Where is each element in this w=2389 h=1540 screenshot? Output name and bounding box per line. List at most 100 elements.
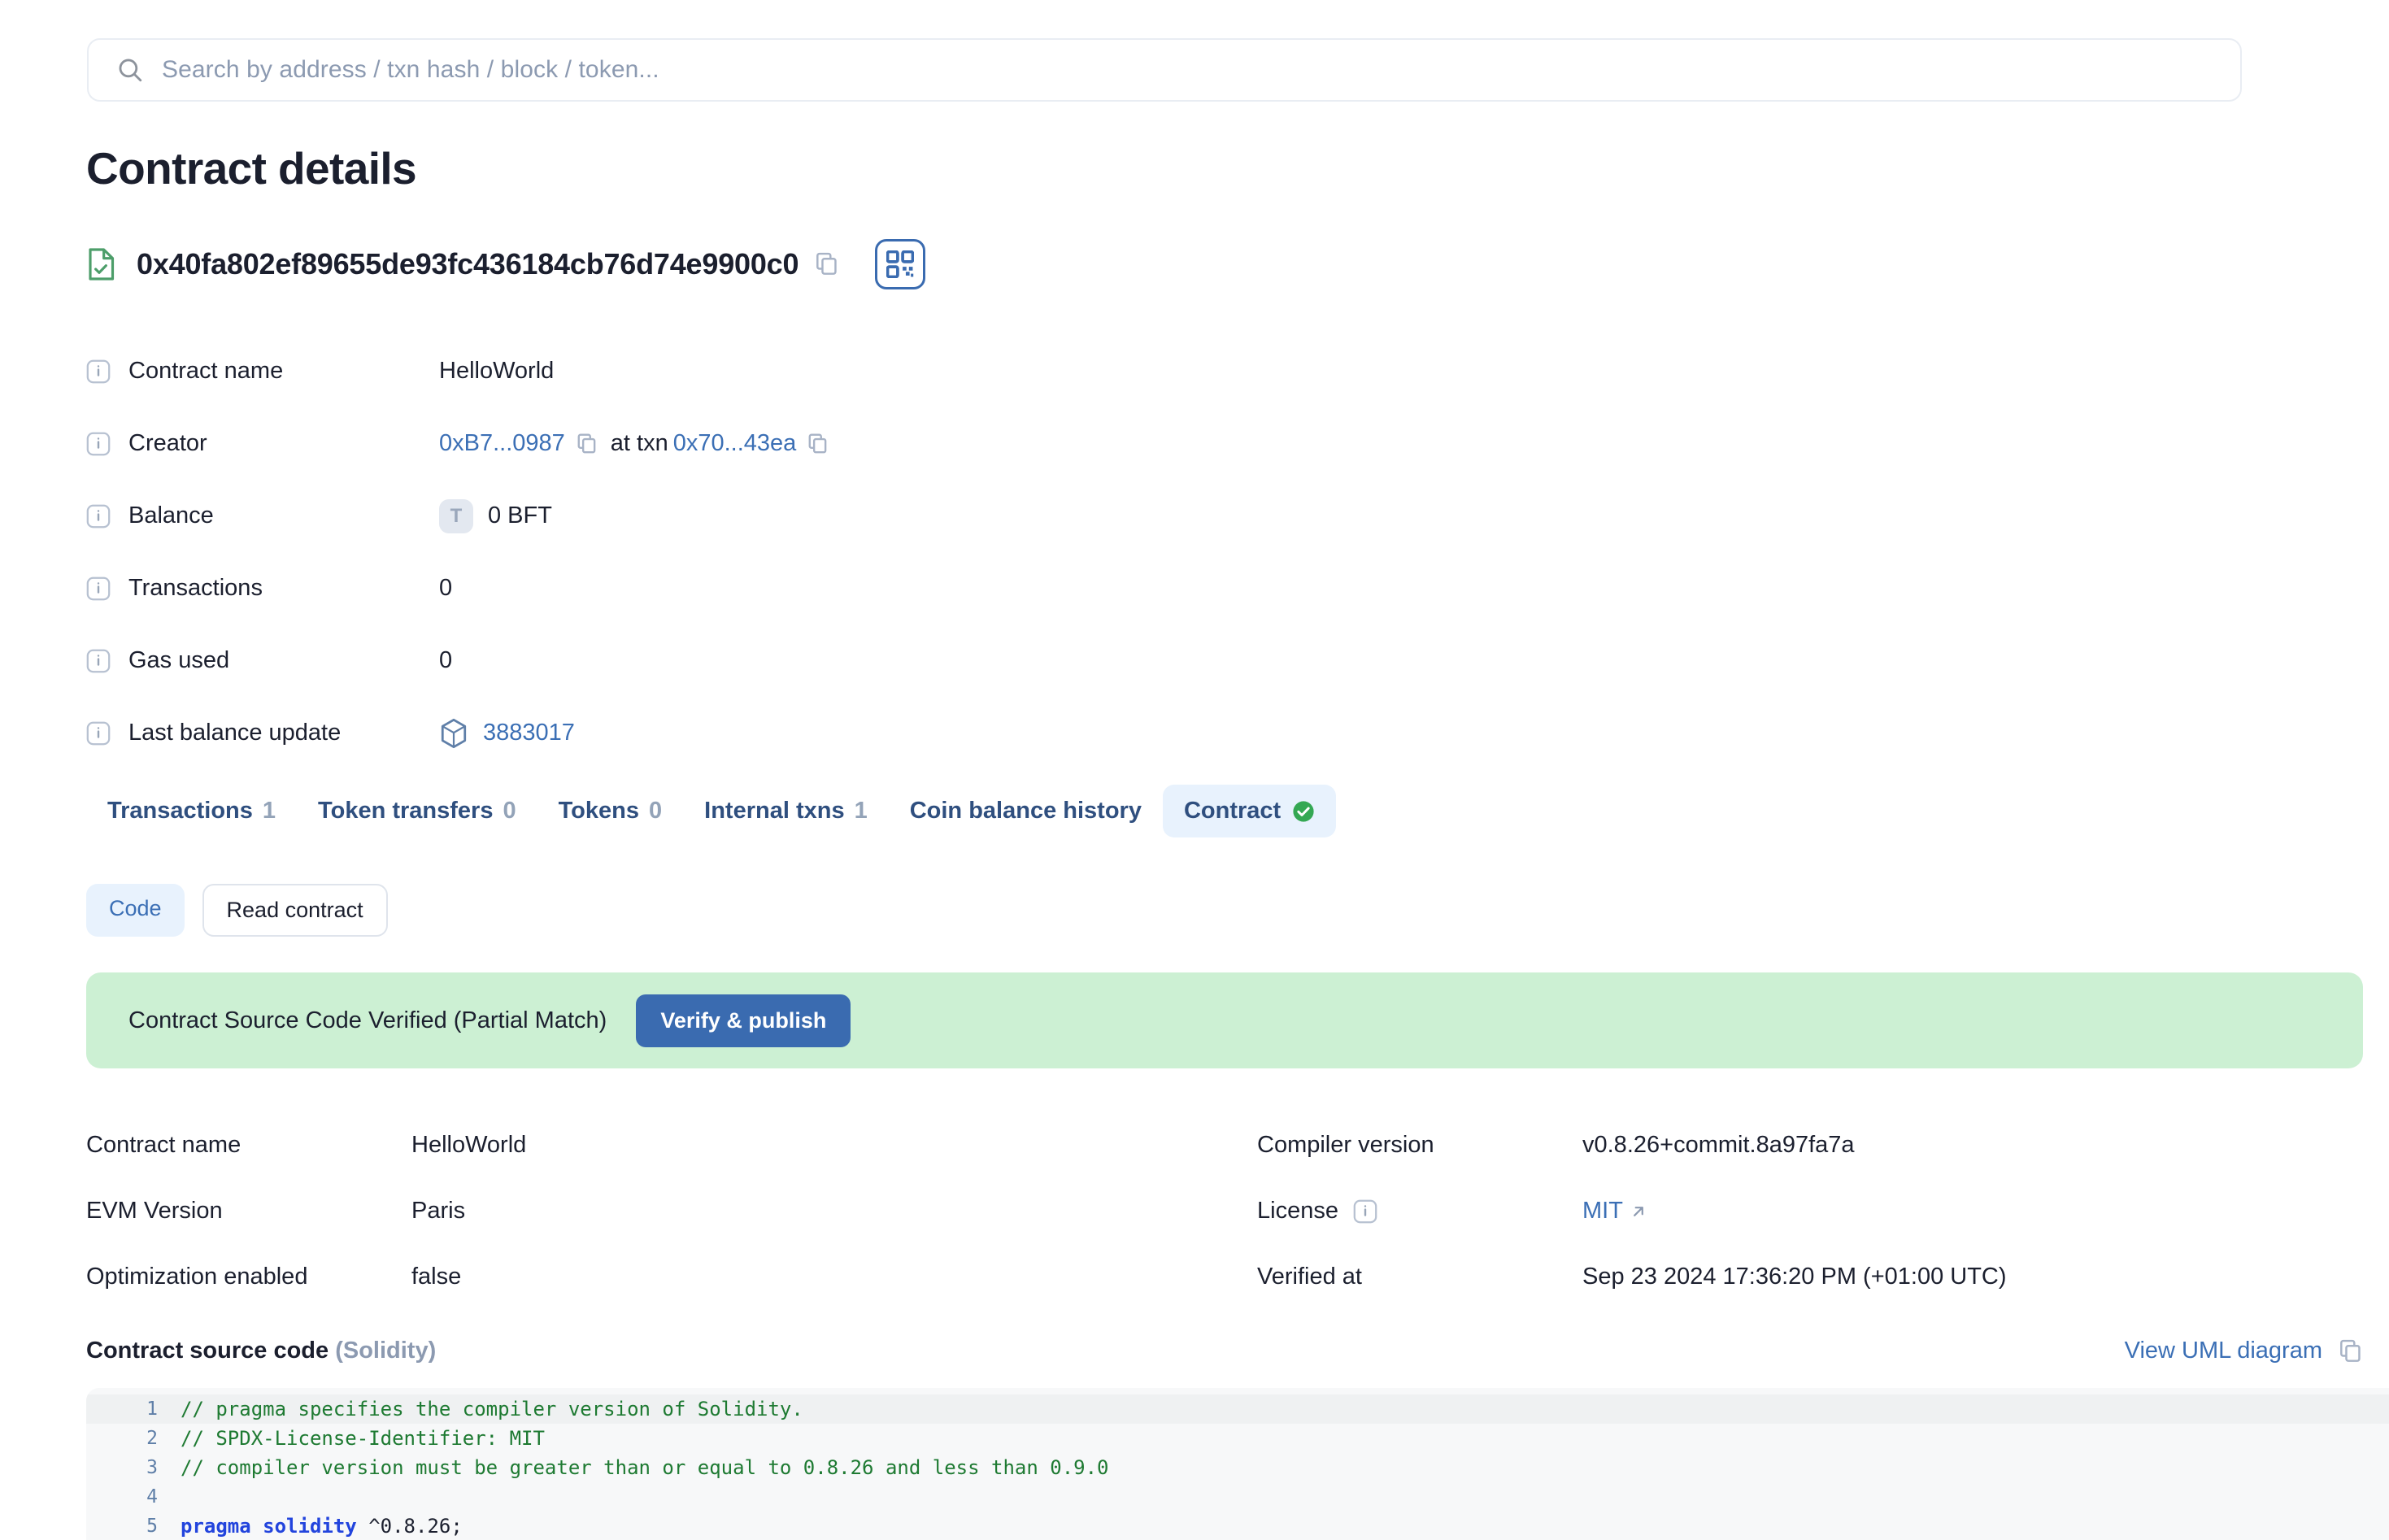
detail-value: 0	[439, 647, 453, 673]
meta-row-contract-name: Contract name HelloWorld	[86, 1112, 1257, 1178]
meta-value: MIT	[1582, 1198, 1647, 1225]
tab-count: 0	[649, 798, 663, 824]
detail-label: Contract name	[128, 358, 284, 384]
copy-icon[interactable]	[807, 433, 829, 455]
line-number: 3	[146, 1457, 158, 1478]
meta-label: Verified at	[1257, 1264, 1362, 1290]
info-icon[interactable]	[86, 359, 111, 384]
detail-value: T 0 BFT	[439, 498, 552, 533]
tab-label: Internal txns	[704, 798, 845, 824]
detail-row-transactions: Transactions 0	[86, 552, 1225, 624]
meta-row-optimization-enabled: Optimization enabled false	[86, 1244, 1257, 1310]
line-content: // compiler version must be greater than…	[181, 1456, 1109, 1479]
last-balance-update-block-link[interactable]: 3883017	[483, 720, 575, 746]
meta-row-compiler-version: Compiler version v0.8.26+commit.8a97fa7a	[1257, 1112, 2363, 1178]
source-code-title: Contract source code (Solidity)	[86, 1338, 436, 1364]
line-content: pragma solidity ^0.8.26;	[181, 1515, 463, 1538]
meta-row-verified-at: Verified at Sep 23 2024 17:36:20 PM (+01…	[1257, 1244, 2363, 1310]
meta-value: Paris	[411, 1198, 466, 1224]
verify-and-publish-button[interactable]: Verify & publish	[636, 994, 851, 1047]
verified-contract-document-icon	[89, 248, 115, 281]
creation-txn-link[interactable]: 0x70...43ea	[673, 430, 797, 457]
detail-label: Last balance update	[128, 720, 342, 746]
detail-value: HelloWorld	[439, 358, 555, 384]
verification-banner: Contract Source Code Verified (Partial M…	[86, 972, 2363, 1068]
code-line: 2 // SPDX-License-Identifier: MIT	[86, 1424, 2389, 1453]
tab-count: 1	[854, 798, 868, 824]
code-line: 5 pragma solidity ^0.8.26;	[86, 1512, 2389, 1540]
meta-label: Optimization enabled	[86, 1264, 308, 1290]
tab-count: 1	[262, 798, 276, 824]
copy-icon[interactable]	[815, 251, 839, 277]
subtab-read-contract[interactable]: Read contract	[202, 884, 388, 937]
tab-tokens[interactable]: Tokens 0	[537, 785, 684, 837]
line-number: 2	[146, 1428, 158, 1449]
external-link-icon	[1634, 1206, 1643, 1216]
license-link[interactable]: MIT	[1582, 1198, 1623, 1225]
code-line: 3 // compiler version must be greater th…	[86, 1453, 2389, 1482]
detail-label: Creator	[128, 430, 207, 456]
line-number: 4	[146, 1486, 158, 1507]
code-line: 4	[86, 1482, 2389, 1512]
qr-code-icon	[886, 250, 915, 278]
info-icon[interactable]	[86, 721, 111, 746]
meta-label: Compiler version	[1257, 1132, 1434, 1158]
meta-label: EVM Version	[86, 1198, 223, 1224]
search-icon	[119, 59, 142, 82]
tab-label: Contract	[1183, 798, 1282, 824]
tab-count: 0	[503, 798, 516, 824]
tab-label: Transactions	[107, 798, 253, 824]
info-icon[interactable]	[86, 504, 111, 529]
metadata-right-column: Compiler version v0.8.26+commit.8a97fa7a…	[1257, 1112, 2363, 1310]
meta-label: Contract name	[86, 1132, 242, 1158]
meta-value: v0.8.26+commit.8a97fa7a	[1582, 1132, 1855, 1158]
contract-address-row: 0x40fa802ef89655de93fc436184cb76d74e9900…	[86, 236, 926, 293]
meta-row-license: License MIT	[1257, 1178, 2363, 1244]
code-line: 1 // pragma specifies the compiler versi…	[86, 1394, 2389, 1424]
meta-label-wrap: License	[1257, 1198, 1582, 1225]
search-bar[interactable]: Search by address / txn hash / block / t…	[87, 38, 2242, 102]
detail-label: Gas used	[128, 647, 230, 673]
subtab-code[interactable]: Code	[86, 884, 185, 937]
contract-subtabs: Code Read contract	[86, 884, 388, 937]
detail-row-gas-used: Gas used 0	[86, 624, 1225, 697]
line-number: 5	[146, 1516, 158, 1537]
info-icon[interactable]	[86, 432, 111, 456]
page-title: Contract details	[86, 143, 417, 194]
detail-value: 0xB7...0987 at txn 0x70...43ea	[439, 430, 838, 457]
verified-check-icon	[1293, 800, 1314, 822]
source-code-viewer[interactable]: 1 // pragma specifies the compiler versi…	[86, 1388, 2389, 1540]
code-keyword: pragma solidity	[181, 1515, 357, 1538]
tab-transactions[interactable]: Transactions 1	[86, 785, 297, 837]
creator-address-link[interactable]: 0xB7...0987	[439, 430, 565, 457]
search-input[interactable]: Search by address / txn hash / block / t…	[162, 56, 659, 84]
tab-coin-balance-history[interactable]: Coin balance history	[889, 785, 1163, 837]
info-icon[interactable]	[86, 576, 111, 601]
copy-icon[interactable]	[577, 433, 598, 455]
contract-metadata: Contract name HelloWorld EVM Version Par…	[86, 1112, 2363, 1310]
view-uml-diagram-link[interactable]: View UML diagram	[2125, 1338, 2322, 1364]
line-content: // SPDX-License-Identifier: MIT	[181, 1427, 545, 1450]
info-icon[interactable]	[1353, 1199, 1377, 1224]
tab-contract[interactable]: Contract	[1162, 785, 1337, 837]
copy-icon[interactable]	[2339, 1338, 2363, 1364]
detail-row-balance: Balance T 0 BFT	[86, 480, 1225, 552]
tab-internal-txns[interactable]: Internal txns 1	[683, 785, 889, 837]
tab-token-transfers[interactable]: Token transfers 0	[297, 785, 537, 837]
detail-label: Transactions	[128, 575, 263, 601]
contract-detail-list: Contract name HelloWorld Creator 0xB7...…	[86, 335, 1225, 769]
meta-value: false	[411, 1264, 462, 1290]
metadata-left-column: Contract name HelloWorld EVM Version Par…	[86, 1112, 1257, 1310]
info-icon[interactable]	[86, 649, 111, 673]
detail-value: 3883017	[439, 718, 575, 749]
qr-code-button[interactable]	[875, 239, 926, 289]
contract-details-page: Search by address / txn hash / block / t…	[0, 0, 2389, 1540]
source-code-language: (Solidity)	[335, 1338, 437, 1364]
detail-row-last-balance-update: Last balance update 3883017	[86, 697, 1225, 769]
detail-row-contract-name: Contract name HelloWorld	[86, 335, 1225, 407]
content-tabs: Transactions 1 Token transfers 0 Tokens …	[86, 785, 1337, 837]
meta-row-evm-version: EVM Version Paris	[86, 1178, 1257, 1244]
detail-value: 0	[439, 575, 453, 601]
at-txn-label: at txn	[610, 430, 668, 456]
line-content: // pragma specifies the compiler version…	[181, 1398, 803, 1420]
